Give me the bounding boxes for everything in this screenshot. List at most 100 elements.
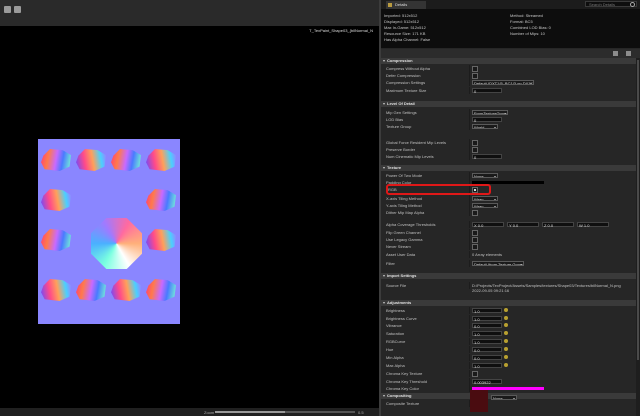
dropdown[interactable]: Wrap [472,203,498,208]
texture-preview [38,139,180,324]
dropdown[interactable]: None [472,173,498,178]
number-field[interactable]: 1.0 [472,339,502,345]
tab-details[interactable]: Details [386,1,426,9]
number-field[interactable]: 1.0 [472,363,502,369]
property-label: Global Force Resident Mip Levels [386,140,447,145]
view-options-icon[interactable] [14,6,21,13]
column-divider [469,221,470,228]
property-label: Filter [386,261,395,266]
property-label: Chroma Key Texture [386,371,423,376]
info-line: Imported: 512x512 [384,13,418,18]
property-label: LOD Bias [386,117,404,122]
column-divider [469,251,470,258]
property-row: Source File D:/Projects/TexProject/Assets… [381,282,636,293]
property-row: Filter Default (from Texture Group) [381,260,636,267]
property-row: Compress Without Alpha [381,65,636,72]
column-divider [469,139,470,146]
number-field[interactable]: 0 [472,154,502,160]
dropdown[interactable]: FromTextureGroup [472,110,508,115]
section-header-compression[interactable]: Compression [381,58,636,64]
property-row: X-axis Tiling Method Wrap [381,195,636,202]
reset-icon[interactable] [504,316,508,320]
info-line: Resource Size: 171 KB [384,31,426,36]
reset-icon[interactable] [504,347,508,351]
number-field[interactable]: 0 [472,117,502,123]
property-label: Hue [386,347,394,352]
search-icon [630,2,635,7]
reset-icon[interactable] [504,339,508,343]
property-row: Mip Gen Settings FromTextureGroup [381,109,636,116]
property-row: Hue 0.0 [381,346,636,353]
dropdown[interactable]: Wrap [472,196,498,201]
reset-icon[interactable] [504,331,508,335]
reset-icon[interactable] [504,363,508,367]
alpha-threshold-y[interactable]: Y 0.0 [507,222,539,228]
column-divider [469,346,470,353]
menu-icon[interactable] [4,6,11,13]
reset-icon[interactable] [504,355,508,359]
zoom-label: Zoom [204,410,215,415]
info-line: Max In-Game: 512x512 [384,25,426,30]
property-label: Brightness Curve [386,316,417,321]
property-row: Saturation 1.0 [381,330,636,337]
property-row: Brightness Curve 1.0 [381,315,636,322]
checkbox[interactable] [472,371,478,377]
property-row: Power Of Two Mode None [381,172,636,179]
alpha-threshold-w[interactable]: W 1.0 [577,222,609,228]
column-divider [469,370,470,377]
property-row: Alpha Coverage Thresholds X 0.0 Y 0.0 Z 0.0… [381,221,636,228]
composite-texture-thumbnail[interactable] [470,390,488,412]
checkbox[interactable] [472,244,478,250]
reset-icon[interactable] [504,323,508,327]
number-field[interactable]: 0.0 [472,347,502,353]
settings-icon[interactable] [626,51,631,56]
texture-viewport[interactable]: T_TexPaint_Shape03_{bilNormal_N [0,26,379,408]
scrollbar[interactable] [636,58,640,416]
alpha-threshold-z[interactable]: Z 0.0 [542,222,574,228]
property-label: Dither Mip Map Alpha [386,210,425,215]
number-field[interactable]: 1.0 [472,316,502,322]
column-divider [469,378,470,385]
number-field[interactable]: 0.0 [472,323,502,329]
column-divider [469,338,470,345]
zoom-slider[interactable] [215,411,355,413]
alpha-threshold-x[interactable]: X 0.0 [472,222,504,228]
property-label: Preserve Border [386,147,416,152]
dropdown[interactable]: World [472,124,498,129]
section-header-texture[interactable]: Texture [381,165,636,171]
number-field[interactable]: 1.0 [472,308,502,314]
section-header-lod[interactable]: Level Of Detail [381,101,636,107]
property-row: Brightness 1.0 [381,307,636,314]
property-label: Maximum Texture Size [386,88,427,93]
property-label: Alpha Coverage Thresholds [386,222,436,227]
dropdown[interactable]: Default (from Texture Group) [472,261,524,266]
property-row: Max Alpha 1.0 [381,362,636,369]
details-toolbar [381,49,640,58]
column-divider [469,354,470,361]
property-label: Never Stream [386,244,411,249]
number-field[interactable]: 0.003922 [472,379,502,385]
number-field[interactable]: 0.0 [472,355,502,361]
column-divider [469,72,470,79]
section-header-import[interactable]: Import Settings [381,273,636,279]
property-row: RGBCurve 1.0 [381,338,636,345]
number-field[interactable]: 0 [472,88,502,94]
property-value: 0 Array elements [472,252,503,257]
property-label: RGBCurve [386,339,406,344]
column-divider [469,315,470,322]
column-divider [469,116,470,123]
composite-texture-dropdown[interactable]: None [491,395,517,400]
property-label: Num Cinematic Mip Levels [386,154,434,159]
reset-icon[interactable] [504,308,508,312]
property-label: Compress Without Alpha [386,66,431,71]
number-field[interactable]: 1.0 [472,331,502,337]
property-row: Preserve Border [381,146,636,153]
section-header-adjustments[interactable]: Adjustments [381,300,636,306]
checkbox[interactable] [472,210,478,216]
property-label: Mip Gen Settings [386,110,417,115]
dropdown[interactable]: Default (DXT1/5, BC1/3 on DX11) [472,80,534,85]
property-label: Min Alpha [386,355,404,360]
property-label: Source File [386,283,407,288]
property-label: Y-axis Tiling Method [386,203,422,208]
view-icon[interactable] [613,51,618,56]
